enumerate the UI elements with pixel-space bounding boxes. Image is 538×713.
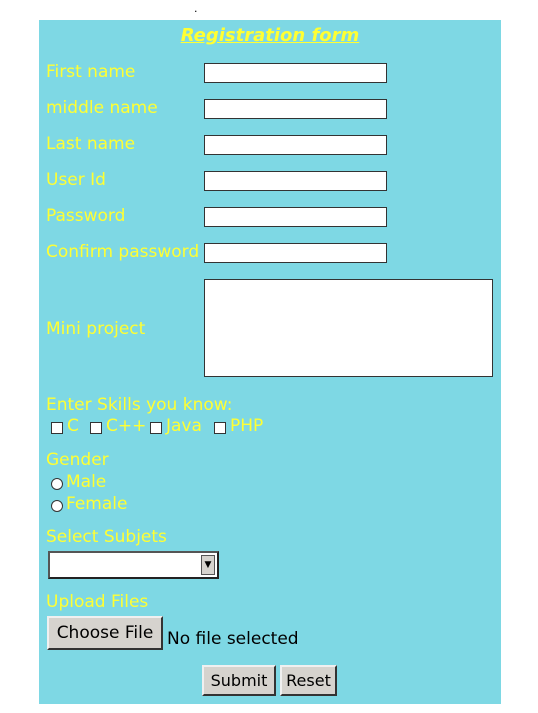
registration-form-panel: Registration form First name middle name… (39, 20, 501, 704)
gender-male-radio[interactable] (51, 478, 63, 490)
last-name-input[interactable] (204, 135, 387, 155)
submit-button[interactable]: Submit (202, 665, 276, 696)
skill-c-checkbox[interactable] (51, 422, 63, 434)
mini-project-textarea[interactable] (204, 279, 493, 377)
user-id-input[interactable] (204, 171, 387, 191)
gender-female-radio[interactable] (51, 500, 63, 512)
last-name-label: Last name (46, 134, 136, 154)
skill-c-label: C (67, 416, 79, 436)
middle-name-input[interactable] (204, 99, 387, 119)
skill-cpp-checkbox[interactable] (90, 422, 102, 434)
choose-file-button[interactable]: Choose File (47, 616, 163, 650)
skill-java-label: Java (166, 416, 202, 436)
password-input[interactable] (204, 207, 387, 227)
subjects-select[interactable]: ▼ (48, 551, 219, 579)
gender-heading: Gender (46, 450, 109, 470)
skill-php-label: PHP (230, 416, 264, 436)
first-name-label: First name (46, 62, 136, 82)
middle-name-label: middle name (46, 98, 158, 118)
user-id-label: User Id (46, 170, 106, 190)
skills-heading: Enter Skills you know: (46, 395, 233, 415)
first-name-input[interactable] (204, 63, 387, 83)
skill-php-checkbox[interactable] (214, 422, 226, 434)
top-dot: . (194, 2, 198, 15)
password-label: Password (46, 206, 126, 226)
subjects-heading: Select Subjets (46, 527, 167, 547)
skill-cpp-label: C++ (106, 416, 147, 436)
gender-female-label: Female (66, 494, 128, 514)
form-title: Registration form (180, 25, 360, 46)
confirm-password-input[interactable] (204, 243, 387, 263)
gender-male-label: Male (66, 472, 107, 492)
skill-java-checkbox[interactable] (150, 422, 162, 434)
reset-button[interactable]: Reset (280, 665, 337, 696)
confirm-password-label: Confirm password (46, 242, 200, 262)
chevron-down-icon[interactable]: ▼ (201, 555, 215, 575)
mini-project-label: Mini project (46, 319, 146, 339)
file-status-text: No file selected (167, 629, 299, 649)
upload-heading: Upload Files (46, 592, 149, 612)
